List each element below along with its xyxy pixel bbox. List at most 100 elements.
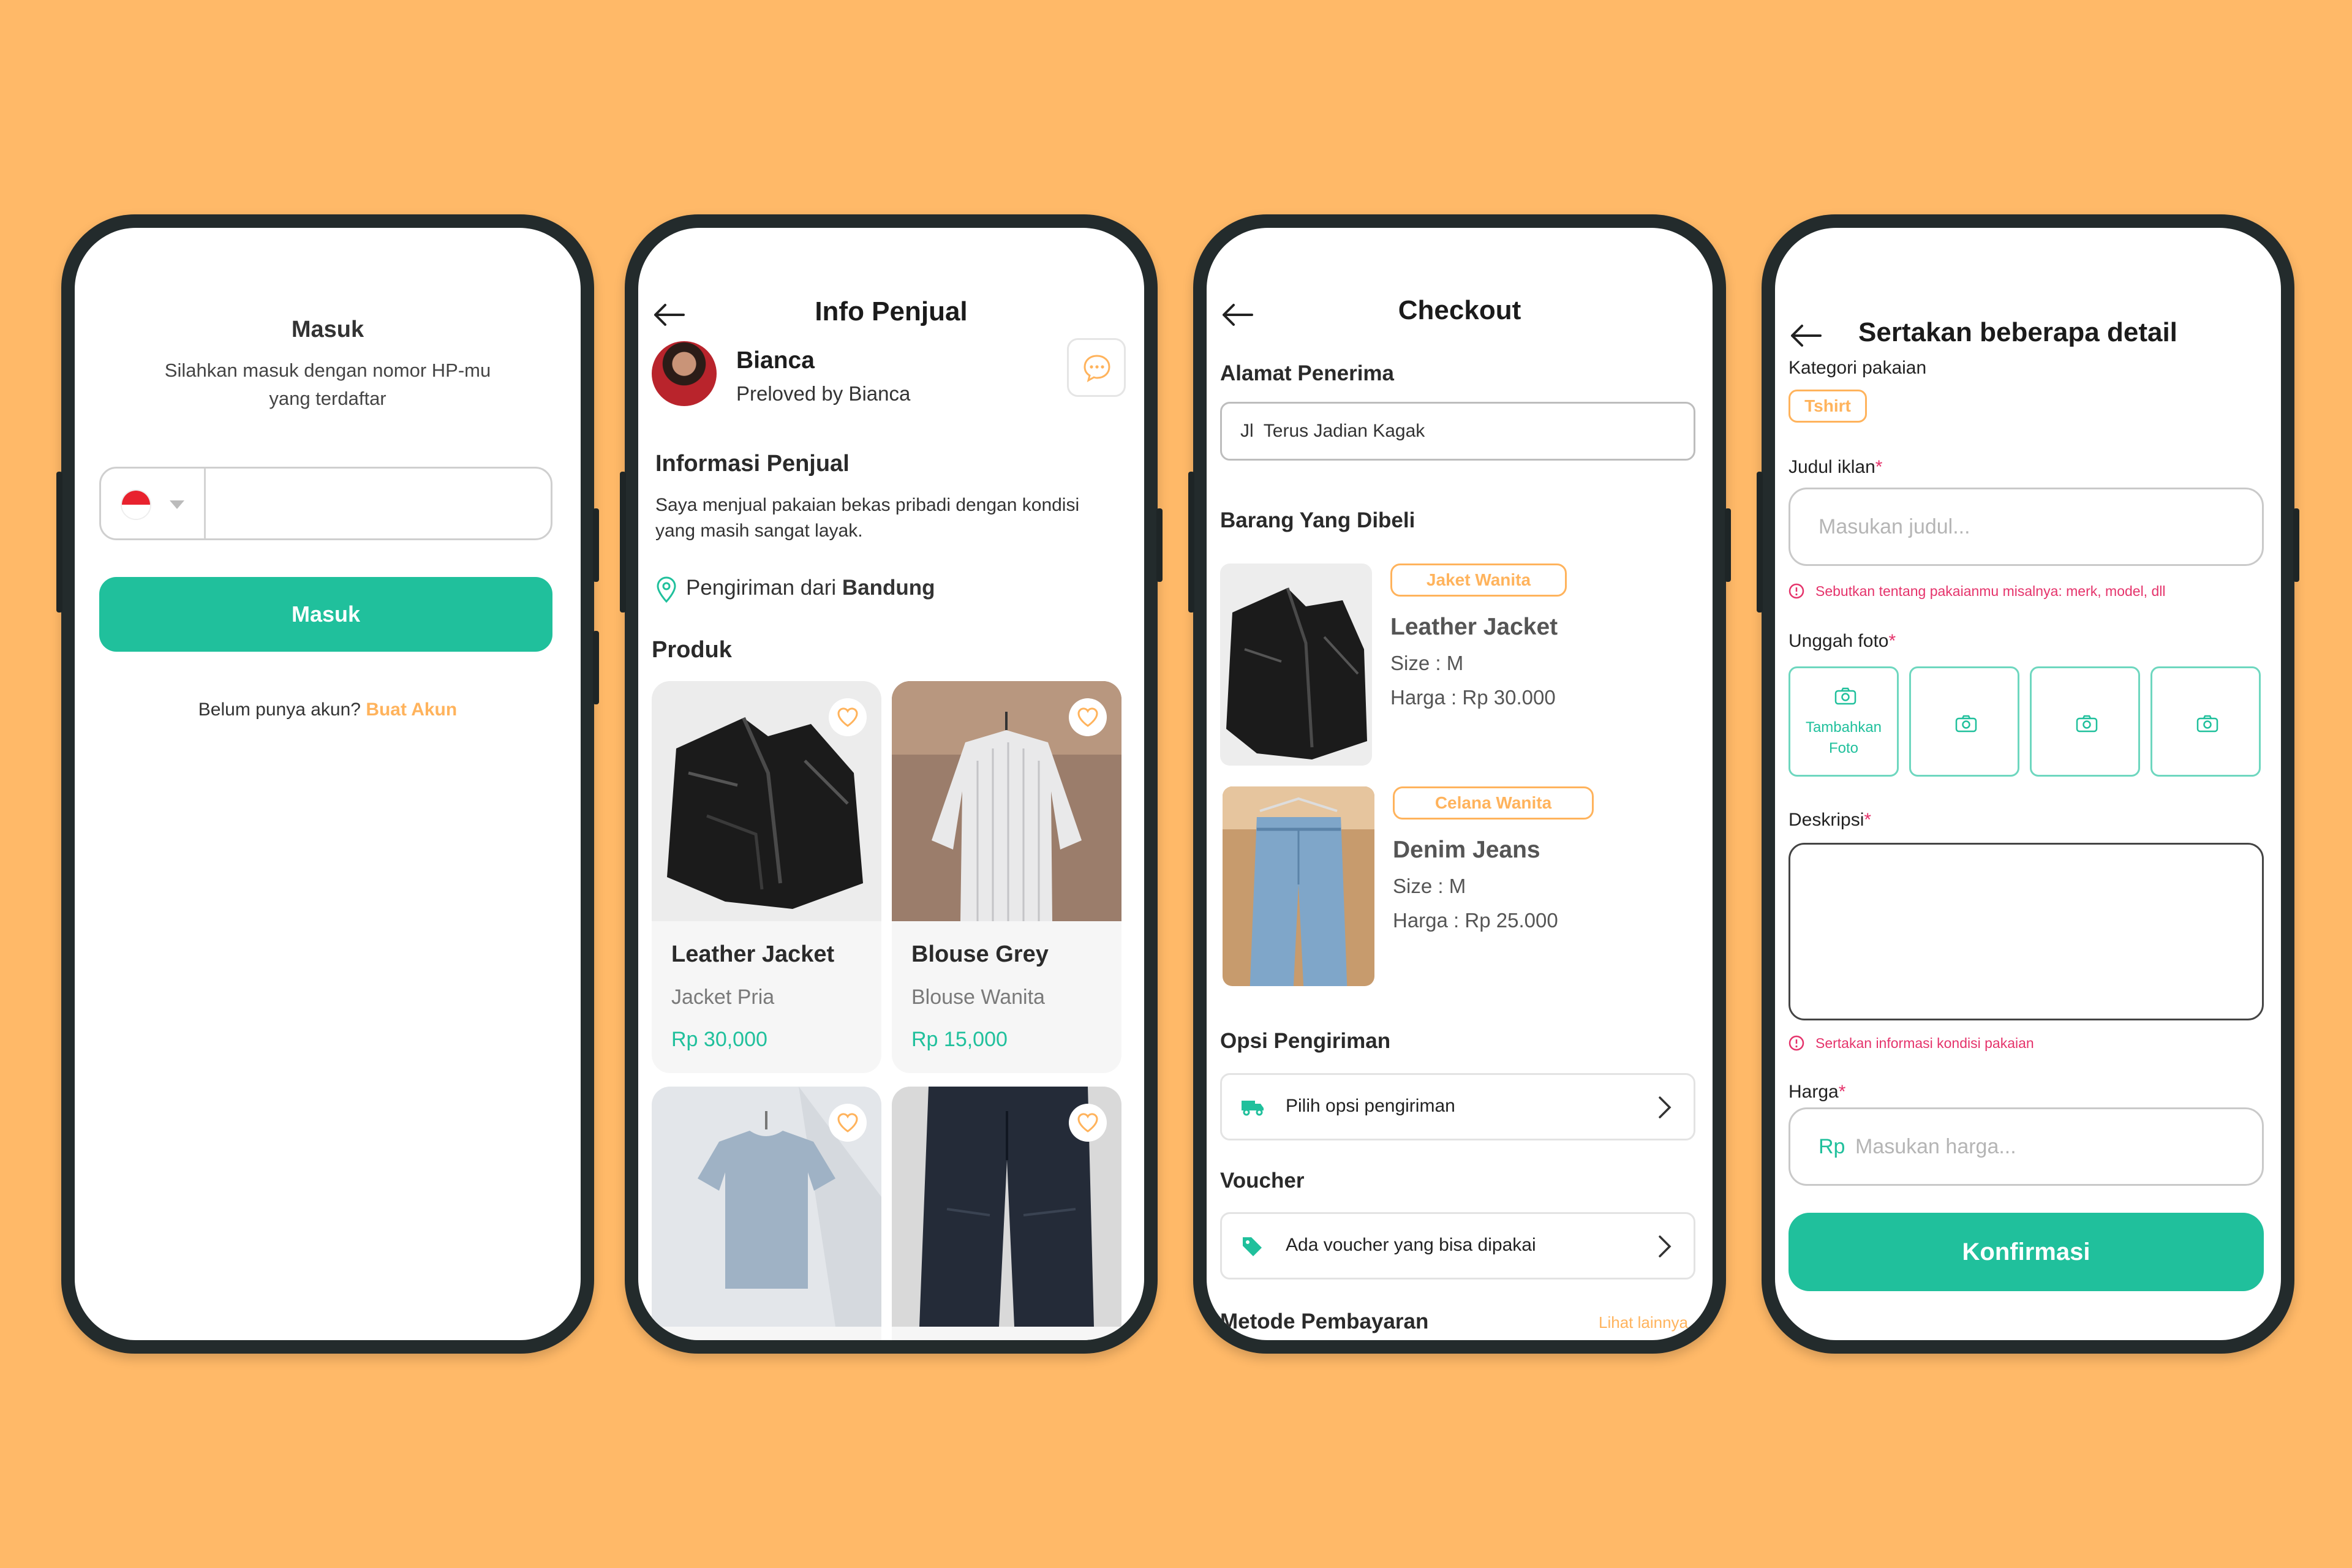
shipping-label: Opsi Pengiriman — [1220, 1029, 1391, 1053]
login-subtitle-line: yang terdaftar — [269, 388, 386, 409]
products-title: Produk — [652, 637, 732, 663]
login-subtitle: Silahkan masuk dengan nomor HP-mu yang t… — [124, 356, 532, 413]
price-input[interactable]: Rp Masukan harga... — [1789, 1107, 2264, 1186]
heart-icon — [837, 1113, 858, 1133]
category-chip[interactable]: Tshirt — [1789, 390, 1867, 423]
favorite-button[interactable] — [829, 698, 867, 736]
seller-name: Bianca — [736, 347, 815, 374]
add-photo-button[interactable]: Tambahkan Foto — [1789, 666, 1899, 777]
title-input[interactable]: Masukan judul... — [1789, 488, 2264, 566]
items-label: Barang Yang Dibeli — [1220, 508, 1415, 532]
payment-label: Metode Pembayaran — [1220, 1310, 1429, 1333]
product-category: Jacket Pria — [671, 986, 775, 1009]
camera-icon — [2076, 715, 2098, 733]
page-title: Info Penjual — [815, 296, 968, 326]
page-title: Sertakan beberapa detail — [1858, 317, 2177, 347]
chat-bubble-icon — [1084, 355, 1110, 382]
chevron-down-icon[interactable] — [170, 500, 184, 509]
side-button — [1725, 508, 1731, 582]
title-placeholder: Masukan judul... — [1819, 515, 1970, 538]
chat-button[interactable] — [1067, 338, 1126, 397]
description-textarea[interactable] — [1789, 843, 2264, 1020]
category-tag: Jaket Wanita — [1390, 564, 1567, 597]
photo-label-text: Unggah foto — [1789, 631, 1889, 651]
title-hint: Sebutkan tentang pakaianmu misalnya: mer… — [1815, 583, 2166, 599]
photo-slot[interactable] — [1909, 666, 2019, 777]
side-button — [620, 472, 626, 612]
product-card[interactable] — [652, 1087, 881, 1340]
required-mark: * — [1888, 631, 1896, 651]
info-icon — [1789, 583, 1804, 599]
currency-prefix: Rp — [1819, 1135, 1845, 1158]
voucher-option-text: Ada voucher yang bisa dipakai — [1286, 1235, 1536, 1255]
seller-info-line: yang masih sangat layak. — [655, 521, 863, 541]
price-placeholder: Masukan harga... — [1855, 1135, 2016, 1158]
favorite-button[interactable] — [1069, 698, 1107, 736]
side-button — [1188, 472, 1194, 612]
category-tag: Celana Wanita — [1393, 786, 1594, 820]
side-button — [1757, 472, 1763, 612]
photo-label: Unggah foto* — [1789, 631, 1896, 652]
confirm-button[interactable]: Konfirmasi — [1789, 1213, 2264, 1291]
voucher-label: Voucher — [1220, 1169, 1305, 1193]
title-label: Judul iklan* — [1789, 457, 1882, 478]
phone-checkout: Checkout Alamat Penerima Jl Terus Jadian… — [1188, 214, 1731, 1354]
description-label-text: Deskripsi — [1789, 810, 1864, 830]
avatar — [652, 341, 717, 406]
item-size: Size : M — [1393, 875, 1466, 897]
location-pin-icon — [657, 576, 676, 603]
screen-detail: Sertakan beberapa detail Kategori pakaia… — [1775, 228, 2281, 1340]
product-card[interactable]: Leather Jacket Jacket Pria Rp 30,000 — [652, 681, 881, 1073]
add-photo-line: Foto — [1828, 740, 1859, 756]
product-price: Rp 15,000 — [911, 1028, 1008, 1051]
side-button — [56, 472, 62, 612]
side-button — [2293, 508, 2299, 582]
seller-store: Preloved by Bianca — [736, 382, 911, 405]
favorite-button[interactable] — [829, 1104, 867, 1142]
product-card[interactable]: Blouse Grey Blouse Wanita Rp 15,000 — [892, 681, 1121, 1073]
item-size: Size : M — [1390, 652, 1464, 674]
item-name: Denim Jeans — [1393, 837, 1540, 863]
login-button[interactable]: Masuk — [99, 577, 552, 652]
phone-number-field[interactable] — [99, 467, 552, 540]
product-card[interactable] — [892, 1087, 1121, 1340]
screen-seller: Info Penjual Bianca Preloved by Bianca I… — [638, 228, 1144, 1340]
camera-icon — [1955, 715, 1977, 733]
address-value: Jl Terus Jadian Kagak — [1240, 421, 1425, 441]
product-name: Blouse Grey — [911, 941, 1049, 967]
heart-icon — [1077, 1113, 1098, 1133]
screen-checkout: Checkout Alamat Penerima Jl Terus Jadian… — [1207, 228, 1713, 1340]
back-arrow-icon[interactable] — [1789, 323, 1822, 348]
address-field[interactable]: Jl Terus Jadian Kagak — [1220, 402, 1695, 461]
title-label-text: Judul iklan — [1789, 457, 1875, 477]
description-hint: Sertakan informasi kondisi pakaian — [1815, 1035, 2034, 1051]
photo-slot[interactable] — [2030, 666, 2140, 777]
info-icon — [1789, 1035, 1804, 1051]
required-mark: * — [1838, 1082, 1846, 1102]
shipping-prefix: Pengiriman dari — [686, 576, 837, 600]
shipping-city: Bandung — [842, 576, 935, 600]
heart-icon — [1077, 707, 1098, 727]
add-photo-label: Tambahkan Foto — [1790, 717, 1897, 759]
voucher-option-row[interactable]: Ada voucher yang bisa dipakai — [1220, 1212, 1695, 1280]
product-name: Leather Jacket — [671, 941, 835, 967]
photo-slot[interactable] — [2150, 666, 2261, 777]
item-image-leather-jacket — [1220, 564, 1372, 766]
price-label-text: Harga — [1789, 1082, 1839, 1102]
create-account-link[interactable]: Buat Akun — [366, 699, 457, 720]
heart-icon — [837, 707, 858, 727]
indonesia-flag-icon[interactable] — [121, 489, 151, 520]
seller-info-title: Informasi Penjual — [655, 451, 850, 477]
favorite-button[interactable] — [1069, 1104, 1107, 1142]
description-label: Deskripsi* — [1789, 810, 1871, 831]
camera-icon — [2196, 715, 2218, 733]
shipping-option-row[interactable]: Pilih opsi pengiriman — [1220, 1073, 1695, 1140]
item-name: Leather Jacket — [1390, 614, 1558, 640]
payment-see-more-link[interactable]: Lihat lainnya — [1599, 1313, 1688, 1332]
chevron-right-icon — [1659, 1096, 1672, 1118]
required-mark: * — [1875, 457, 1883, 477]
price-label: Harga* — [1789, 1082, 1845, 1102]
side-button — [593, 508, 599, 582]
page-title: Masuk — [291, 317, 364, 342]
product-category: Blouse Wanita — [911, 986, 1045, 1009]
